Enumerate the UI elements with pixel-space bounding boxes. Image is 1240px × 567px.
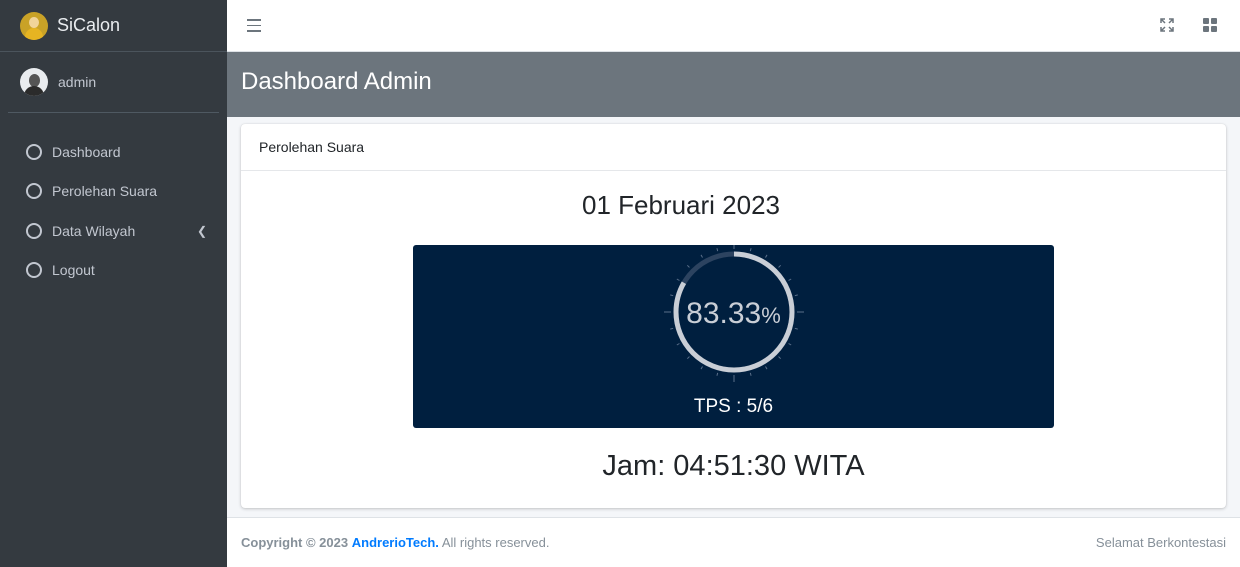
top-navbar <box>227 0 1240 52</box>
brand-link[interactable]: SiCalon <box>0 0 227 52</box>
gauge-tick <box>778 356 782 360</box>
gauge-tick <box>765 254 768 258</box>
main-sidebar: SiCalon admin Dashboard Perolehan Suara … <box>0 0 227 567</box>
gauge-tick <box>700 366 703 370</box>
gauge-tick <box>788 343 792 346</box>
sidebar-nav: Dashboard Perolehan Suara Data Wilayah ❮… <box>0 132 227 290</box>
gauge-panel: 83.33% TPS : 5/6 <box>413 245 1054 428</box>
circle-icon <box>26 222 42 239</box>
gauge-tick <box>670 294 674 297</box>
sidebar-item-data-wilayah[interactable]: Data Wilayah ❮ <box>0 211 227 251</box>
copyright: Copyright © 2023 AndrerioTech. All right… <box>241 535 549 550</box>
copyright-rights: All rights reserved. <box>441 535 550 550</box>
footer-brand-link[interactable]: AndrerioTech. <box>352 535 439 550</box>
user-name[interactable]: admin <box>58 74 96 90</box>
grid-icon[interactable] <box>1203 18 1217 32</box>
sidebar-item-dashboard[interactable]: Dashboard <box>0 132 227 172</box>
sidebar-item-logout[interactable]: Logout <box>0 251 227 291</box>
user-avatar-icon <box>20 68 48 96</box>
gauge-tick <box>716 248 719 252</box>
gauge-tick <box>676 278 680 281</box>
gauge-unit: % <box>761 303 781 328</box>
sidebar-item-perolehan-suara[interactable]: Perolehan Suara <box>0 172 227 212</box>
circle-icon <box>26 262 42 279</box>
sidebar-item-label: Data Wilayah <box>52 222 136 239</box>
gauge-tick <box>749 248 752 252</box>
page-title: Dashboard Admin <box>241 68 432 95</box>
gauge-tick <box>700 254 703 258</box>
sidebar-item-label: Logout <box>52 262 95 279</box>
tps-label: TPS : 5/6 <box>693 396 774 417</box>
circle-icon <box>26 143 42 160</box>
gauge-tick <box>676 343 680 346</box>
gauge-tick <box>794 294 798 297</box>
card-title: Perolehan Suara <box>241 124 1226 171</box>
gauge-number: 83.33 <box>686 297 762 330</box>
circle-icon <box>26 183 42 200</box>
gauge-tick <box>686 356 690 360</box>
expand-icon[interactable] <box>1159 17 1175 33</box>
sidebar-item-label: Perolehan Suara <box>52 183 158 200</box>
user-panel[interactable]: admin <box>8 52 219 113</box>
gauge-tick <box>749 372 752 376</box>
gauge-tick <box>778 264 782 268</box>
chevron-left-icon: ❮ <box>196 223 207 238</box>
gauge-tick <box>686 264 690 268</box>
footer-tagline: Selamat Berkontestasi <box>1095 535 1226 550</box>
gauge-value: 83.33% <box>413 297 1054 331</box>
content-header: Dashboard Admin <box>227 52 1240 117</box>
clock-display: Jam: 04:51:30 WITA <box>602 450 865 482</box>
gauge-tick <box>716 372 719 376</box>
date-display: 01 Februari 2023 <box>581 190 781 220</box>
vote-card: Perolehan Suara 01 Februari 2023 83.33% … <box>241 124 1226 508</box>
sidebar-item-label: Dashboard <box>52 143 121 160</box>
main-footer: Copyright © 2023 AndrerioTech. All right… <box>227 517 1240 567</box>
brand-text: SiCalon <box>57 15 121 35</box>
candidate-logo-icon <box>20 11 48 40</box>
gauge-tick <box>765 366 768 370</box>
copyright-prefix: Copyright © 2023 <box>241 535 349 550</box>
hamburger-icon[interactable] <box>247 15 261 35</box>
gauge-tick <box>788 278 792 281</box>
